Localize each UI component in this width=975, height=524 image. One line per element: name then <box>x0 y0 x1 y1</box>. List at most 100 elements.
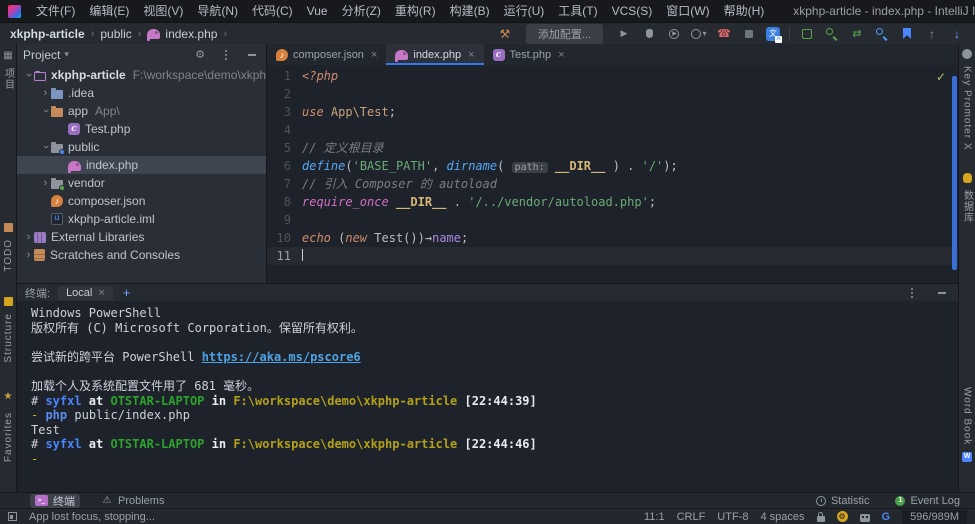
notifications-icon[interactable] <box>837 511 848 522</box>
code-text: // 定义根目录 <box>302 139 384 157</box>
tree-item-vendor[interactable]: vendor <box>17 174 266 192</box>
tree-twisty-icon[interactable] <box>40 105 51 117</box>
line-separator[interactable]: CRLF <box>677 511 706 523</box>
tree-item-app[interactable]: appApp\ <box>17 102 266 120</box>
memory-indicator[interactable]: 596/989M <box>902 510 967 524</box>
indent-setting[interactable]: 4 spaces <box>760 511 804 523</box>
line-number: 9 <box>267 211 302 229</box>
menu-item-VCSS[interactable]: VCS(S) <box>605 0 660 22</box>
sync-icon[interactable] <box>849 26 865 42</box>
menu-item-F[interactable]: 文件(F) <box>29 0 82 22</box>
editor-tab-composer.json[interactable]: composer.json× <box>267 44 386 65</box>
menu-item-Vue[interactable]: Vue <box>300 0 335 22</box>
editor-tab-Test.php[interactable]: Test.php× <box>484 44 574 65</box>
terminal-options-icon[interactable] <box>904 285 920 301</box>
project-settings-icon[interactable] <box>192 47 208 63</box>
menu-item-U[interactable]: 运行(U) <box>497 0 552 22</box>
tree-item-composer.json[interactable]: composer.json <box>17 192 266 210</box>
tree-twisty-icon[interactable] <box>23 69 34 81</box>
tab-close-icon[interactable]: × <box>558 49 564 61</box>
terminal-line <box>31 335 958 350</box>
tree-item-ExternalLibraries[interactable]: External Libraries <box>17 228 266 246</box>
tree-twisty-icon[interactable] <box>23 231 34 243</box>
menu-item-Z[interactable]: 分析(Z) <box>335 0 388 22</box>
terminal-line: Test <box>31 423 958 438</box>
terminal-tab-label: Local <box>66 287 92 299</box>
code-editor[interactable]: 1<?php23use App\Test;45// 定义根目录6define('… <box>267 65 958 283</box>
tree-item-public[interactable]: public <box>17 138 266 156</box>
status-bar: App lost focus, stopping... 11:1 CRLF UT… <box>0 508 975 524</box>
down-icon[interactable] <box>949 26 965 42</box>
problems-toolwindow-button[interactable]: Problems <box>96 494 169 508</box>
tree-twisty-icon[interactable] <box>23 249 34 261</box>
line-number: 8 <box>267 193 302 211</box>
translate-icon[interactable] <box>766 27 780 41</box>
folder-root-icon <box>34 72 46 81</box>
tool-window-button-todo[interactable]: TODO <box>3 223 14 276</box>
run-configuration-select[interactable]: 添加配置... <box>526 24 603 44</box>
find-green-icon[interactable] <box>824 26 840 42</box>
menu-item-R[interactable]: 重构(R) <box>388 0 443 22</box>
folder-public-icon <box>51 144 63 153</box>
caret-position[interactable]: 11:1 <box>644 511 665 523</box>
breadcrumb-item[interactable]: xkphp-article <box>10 27 85 41</box>
menu-item-B[interactable]: 构建(B) <box>443 0 497 22</box>
tree-twisty-icon[interactable] <box>40 177 51 189</box>
menu-item-E[interactable]: 编辑(E) <box>82 0 136 22</box>
menu-item-H[interactable]: 帮助(H) <box>717 0 772 22</box>
tab-close-icon[interactable]: × <box>468 49 474 61</box>
tree-item-Test.php[interactable]: Test.php <box>17 120 266 138</box>
hide-project-panel-icon[interactable] <box>244 47 260 63</box>
bookmark-icon[interactable] <box>899 26 915 42</box>
tool-window-button-structure[interactable]: Structure <box>3 297 14 367</box>
hammer-icon[interactable] <box>497 26 513 42</box>
file-encoding[interactable]: UTF-8 <box>717 511 748 523</box>
code-text: <?php <box>302 67 338 85</box>
breadcrumb-item[interactable]: index.php <box>165 27 217 41</box>
greenwin-icon[interactable] <box>799 26 815 42</box>
menu-item-N[interactable]: 导航(N) <box>190 0 245 22</box>
tree-twisty-icon[interactable] <box>40 141 51 153</box>
menu-item-C[interactable]: 代码(C) <box>245 0 300 22</box>
tool-window-button-wordbook[interactable]: Word Book <box>956 383 975 462</box>
stop-icon[interactable] <box>741 26 757 42</box>
run-icon[interactable] <box>616 26 632 42</box>
tree-item-xkphp-article.iml[interactable]: xkphp-article.iml <box>17 210 266 228</box>
terminal-tab-local[interactable]: Local × <box>58 286 113 300</box>
terminal-toolwindow-button[interactable]: 终端 <box>30 494 80 508</box>
tree-twisty-icon[interactable] <box>40 87 51 99</box>
terminal-output[interactable]: Windows PowerShell版权所有 (C) Microsoft Cor… <box>17 301 958 467</box>
profiler-icon[interactable] <box>691 26 707 42</box>
project-panel-title[interactable]: Project <box>23 48 60 62</box>
readonly-lock-icon[interactable] <box>817 516 825 522</box>
coverage-icon[interactable] <box>666 26 682 42</box>
tool-window-button-favorites[interactable]: Favorites <box>0 389 16 466</box>
inspections-ok-icon[interactable]: ✓ <box>936 70 946 84</box>
tool-window-button-project[interactable]: 项目 <box>1 49 16 94</box>
debug-icon[interactable] <box>641 26 657 42</box>
terminal-tab-close-icon[interactable]: × <box>98 287 104 299</box>
event-log-button[interactable]: Event Log <box>890 494 965 508</box>
phone-icon[interactable] <box>716 26 732 42</box>
tree-item-.idea[interactable]: .idea <box>17 84 266 102</box>
tool-window-toggle-icon[interactable] <box>8 512 17 521</box>
wb-icon <box>962 452 972 462</box>
hide-terminal-icon[interactable] <box>934 285 950 301</box>
menu-item-V[interactable]: 视图(V) <box>136 0 190 22</box>
breadcrumb-item[interactable]: public <box>100 27 131 41</box>
tree-item-ScratchesandConsoles[interactable]: Scratches and Consoles <box>17 246 266 264</box>
tab-close-icon[interactable]: × <box>371 49 377 61</box>
editor-tab-index.php[interactable]: index.php× <box>386 44 483 65</box>
project-options-icon[interactable] <box>218 47 234 63</box>
google-translate-icon[interactable] <box>882 510 891 524</box>
menu-item-W[interactable]: 窗口(W) <box>659 0 716 22</box>
up-icon[interactable] <box>924 26 940 42</box>
find-blue-icon[interactable] <box>874 26 890 42</box>
plugin-robot-icon[interactable] <box>860 514 870 522</box>
tree-item-xkphp-article[interactable]: xkphp-articleF:\workspace\demo\xkphp-art… <box>17 66 266 84</box>
tree-item-index.php[interactable]: index.php <box>17 156 266 174</box>
statistic-toolwindow-button[interactable]: Statistic <box>811 494 875 508</box>
new-terminal-icon[interactable]: + <box>123 287 131 298</box>
editor-scrollbar[interactable] <box>952 76 957 270</box>
menu-item-T[interactable]: 工具(T) <box>551 0 604 22</box>
